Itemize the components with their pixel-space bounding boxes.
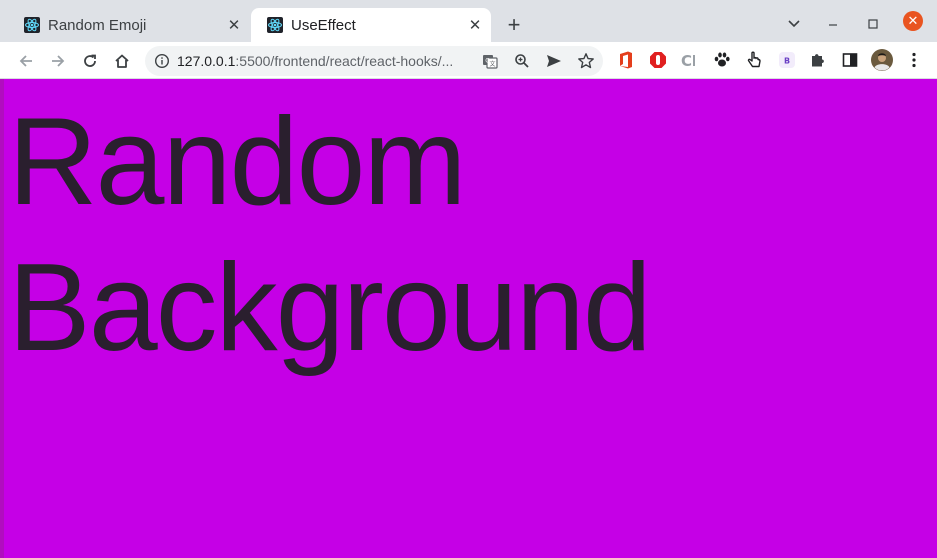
home-button[interactable] xyxy=(109,48,135,74)
close-icon[interactable]: ✕ xyxy=(465,15,485,35)
address-bar[interactable]: 127.0.0.1:5500/frontend/react/react-hook… xyxy=(145,46,603,76)
svg-text:B: B xyxy=(784,57,790,66)
reload-button[interactable] xyxy=(77,48,103,74)
tab-strip: Random Emoji ✕ UseEffect ✕ + ✕ xyxy=(0,0,937,42)
office-extension-icon[interactable] xyxy=(616,50,636,70)
send-icon[interactable] xyxy=(543,50,565,72)
zoom-icon[interactable] xyxy=(511,50,533,72)
browser-toolbar: 127.0.0.1:5500/frontend/react/react-hook… xyxy=(0,42,937,79)
translate-icon[interactable]: G文 xyxy=(479,50,501,72)
page-viewport: Random Background xyxy=(0,79,937,558)
react-icon xyxy=(267,17,283,33)
tab-search-icon[interactable] xyxy=(782,12,806,36)
back-button[interactable] xyxy=(13,48,39,74)
url-text[interactable]: 127.0.0.1:5500/frontend/react/react-hook… xyxy=(177,53,477,69)
url-path: :5500/frontend/react/react-hooks/... xyxy=(235,53,454,69)
page-heading: Random Background xyxy=(8,93,652,377)
paw-extension-icon[interactable] xyxy=(712,50,732,70)
svg-text:文: 文 xyxy=(490,60,496,68)
window-close-button[interactable]: ✕ xyxy=(903,11,923,31)
close-icon[interactable]: ✕ xyxy=(224,15,244,35)
extensions-puzzle-icon[interactable] xyxy=(808,50,828,70)
avatar[interactable] xyxy=(871,49,893,71)
svg-text:C: C xyxy=(681,52,692,69)
tab-random-emoji[interactable]: Random Emoji ✕ xyxy=(8,8,250,42)
b-extension-icon[interactable]: B xyxy=(777,50,797,70)
code-extension-icon[interactable]: C xyxy=(680,50,700,70)
tab-title: Random Emoji xyxy=(48,16,147,34)
tab-useeffect[interactable]: UseEffect ✕ xyxy=(251,8,491,42)
bookmark-star-icon[interactable] xyxy=(575,50,597,72)
info-icon[interactable] xyxy=(147,46,177,76)
url-host: 127.0.0.1 xyxy=(177,53,236,69)
hand-pointer-extension-icon[interactable] xyxy=(744,50,764,70)
tab-title: UseEffect xyxy=(291,16,356,34)
adblock-extension-icon[interactable] xyxy=(648,50,668,70)
forward-button[interactable] xyxy=(45,48,71,74)
menu-kebab-icon[interactable] xyxy=(904,50,924,70)
maximize-button[interactable] xyxy=(861,12,885,36)
react-icon xyxy=(24,17,40,33)
new-tab-button[interactable]: + xyxy=(500,11,528,39)
minimize-button[interactable] xyxy=(821,12,845,36)
side-panel-icon[interactable] xyxy=(840,50,860,70)
